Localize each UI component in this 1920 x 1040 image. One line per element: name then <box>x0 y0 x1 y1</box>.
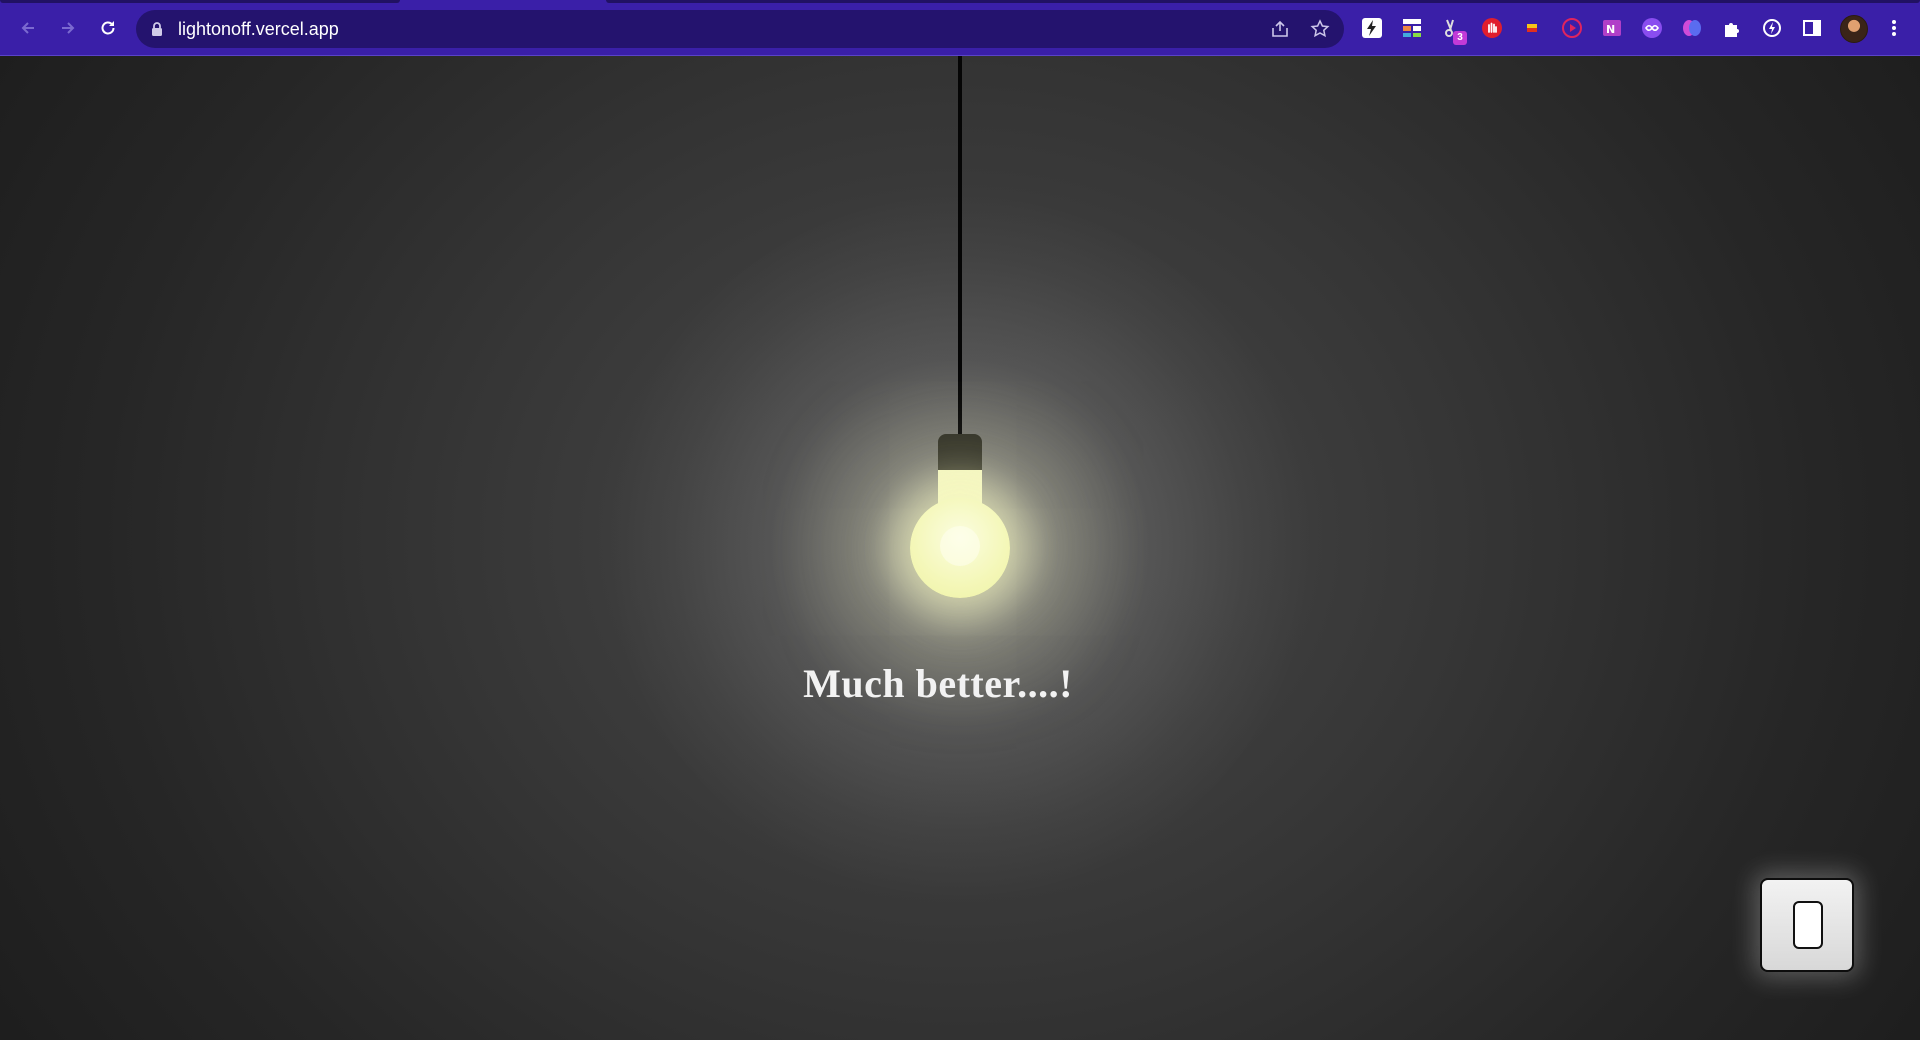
bulb-cord <box>958 56 962 436</box>
tab-strip <box>0 0 1920 4</box>
onenote-ext-icon[interactable]: N <box>1600 16 1624 40</box>
arrow-left-icon <box>21 22 34 34</box>
hand-ext-icon[interactable] <box>1480 16 1504 40</box>
lightning-ext-icon[interactable] <box>1360 16 1384 40</box>
light-switch-button[interactable] <box>1760 878 1854 972</box>
status-message: Much better....! <box>803 661 1073 706</box>
page-viewport: Much better....! <box>0 56 1920 1040</box>
brain-ext-icon[interactable] <box>1680 16 1704 40</box>
kebab-menu-icon[interactable] <box>1882 16 1906 40</box>
grid-ext-icon[interactable] <box>1400 16 1424 40</box>
svg-text:N: N <box>1606 23 1615 36</box>
browser-toolbar: lightonoff.vercel.app 3 N <box>0 0 1920 56</box>
arrow-right-icon <box>62 22 75 34</box>
share-icon[interactable] <box>1270 19 1290 39</box>
infinity-ext-icon[interactable] <box>1640 16 1664 40</box>
puzzle-icon[interactable] <box>1720 16 1744 40</box>
lock-icon[interactable] <box>150 21 164 37</box>
reload-button[interactable] <box>94 14 122 42</box>
play-ext-icon[interactable] <box>1560 16 1584 40</box>
flag-ext-icon[interactable] <box>1520 16 1544 40</box>
address-bar[interactable]: lightonoff.vercel.app <box>136 10 1344 48</box>
bolt-circle-icon[interactable] <box>1760 16 1784 40</box>
url-text[interactable]: lightonoff.vercel.app <box>178 19 339 39</box>
extension-badge: 3 <box>1453 31 1467 45</box>
star-icon[interactable] <box>1310 19 1330 39</box>
forward-button[interactable] <box>54 14 82 42</box>
bulb-highlight <box>940 526 980 566</box>
switch-toggle[interactable] <box>1793 901 1823 949</box>
reload-icon <box>101 21 115 35</box>
profile-avatar[interactable] <box>1840 15 1868 43</box>
tab-left[interactable] <box>0 0 400 3</box>
bulb-socket <box>938 434 982 472</box>
tab-right[interactable] <box>606 0 1920 3</box>
back-button[interactable] <box>14 14 42 42</box>
sidepanel-icon[interactable] <box>1800 16 1824 40</box>
